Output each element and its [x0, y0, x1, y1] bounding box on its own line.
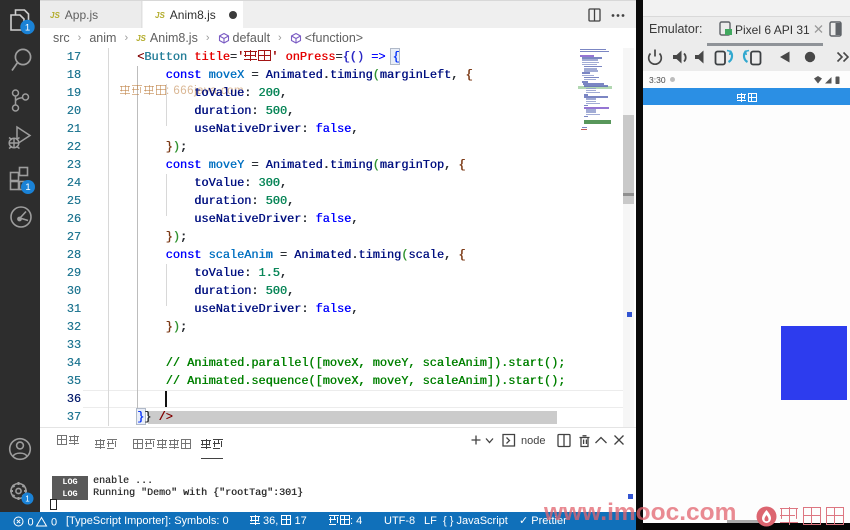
svg-text:0: 0 [51, 516, 57, 528]
svg-text:1: 1 [25, 182, 30, 193]
svg-text:1: 1 [25, 495, 30, 504]
svg-text:0: 0 [28, 516, 34, 528]
svg-text:1: 1 [25, 22, 30, 33]
svg-text:node: node [521, 435, 545, 447]
